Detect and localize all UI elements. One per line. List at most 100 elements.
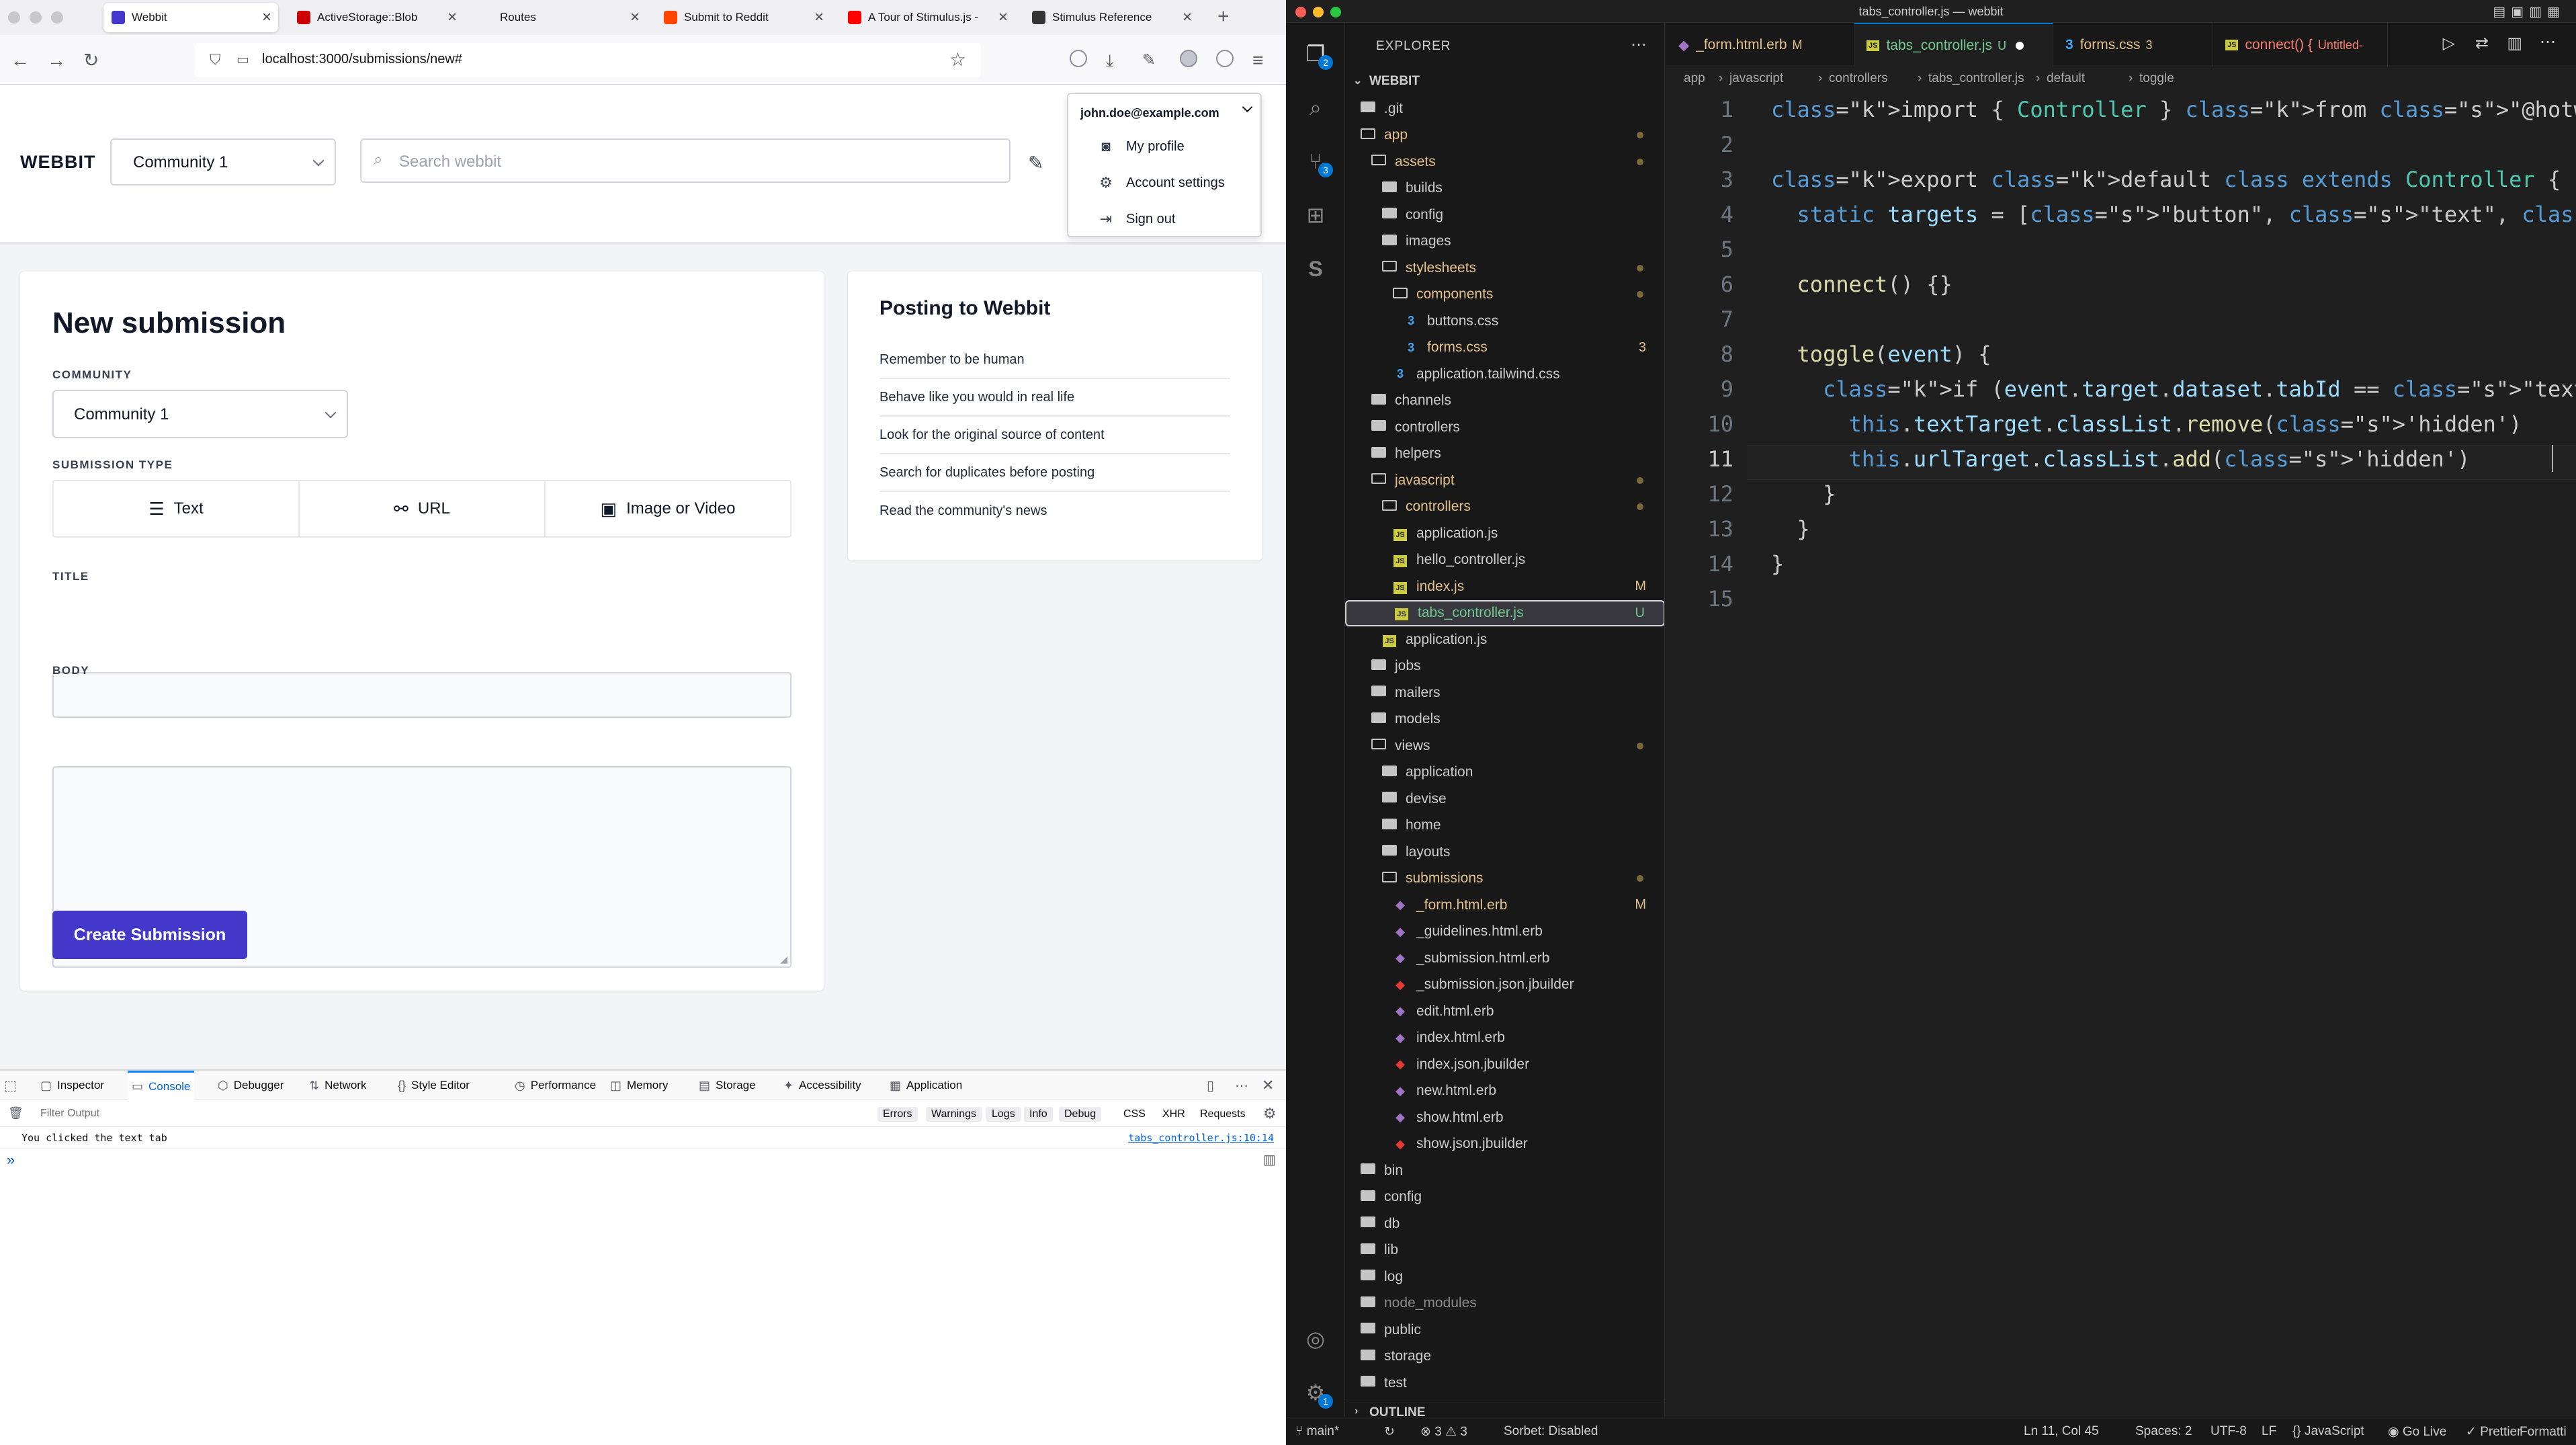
tree-item[interactable]: test: [1345, 1370, 1664, 1397]
source-control-icon[interactable]: ⑂ 3: [1301, 147, 1333, 177]
sorbet-status[interactable]: Sorbet: Disabled: [1504, 1424, 1598, 1439]
tree-item[interactable]: controllers: [1345, 494, 1664, 521]
window-zoom-button[interactable]: [51, 11, 63, 24]
code-line[interactable]: }: [1771, 481, 1836, 507]
run-icon[interactable]: ▷: [2443, 34, 2455, 53]
filter-debug[interactable]: Debug: [1059, 1107, 1102, 1122]
tree-item[interactable]: ◆ index.json.jbuilder: [1345, 1051, 1664, 1078]
tree-item[interactable]: views: [1345, 733, 1664, 759]
browser-tab[interactable]: ActiveStorage::Blob ×: [289, 3, 464, 32]
tab-storage[interactable]: ▤ Storage: [695, 1071, 760, 1100]
log-source-link[interactable]: tabs_controller.js:10:14: [1128, 1132, 1274, 1144]
tree-item[interactable]: channels: [1345, 388, 1664, 415]
browser-tab[interactable]: A Tour of Stimulus.js - ×: [840, 3, 1015, 32]
filter-requests[interactable]: Requests: [1200, 1108, 1246, 1120]
pocket-icon[interactable]: [1070, 50, 1087, 67]
layout-icons[interactable]: ▤▣▥▦: [2493, 3, 2565, 20]
more-actions-icon[interactable]: ⋯: [1631, 35, 1647, 54]
trash-icon[interactable]: 🗑: [8, 1106, 24, 1120]
menu-item-account-settings[interactable]: ⚙ Account settings: [1095, 169, 1225, 196]
more-options-icon[interactable]: ⋯: [1235, 1071, 1248, 1100]
code-line[interactable]: this.urlTarget.classList.add(class="s">'…: [1771, 446, 2471, 472]
title-input[interactable]: [52, 672, 791, 718]
resize-handle-icon[interactable]: ◢: [780, 954, 787, 965]
tree-item[interactable]: public: [1345, 1317, 1664, 1344]
tree-item[interactable]: ◆ index.html.erb: [1345, 1025, 1664, 1052]
tree-item[interactable]: devise: [1345, 786, 1664, 813]
browser-tab[interactable]: Stimulus Reference ×: [1024, 3, 1199, 32]
forward-icon[interactable]: →: [47, 51, 66, 70]
breadcrumb-item[interactable]: default: [2047, 71, 2085, 86]
user-email[interactable]: john.doe@example.com: [1080, 106, 1219, 120]
tree-item[interactable]: log: [1345, 1264, 1664, 1290]
close-tab-icon[interactable]: ×: [814, 8, 824, 27]
tree-item[interactable]: images: [1345, 229, 1664, 255]
chevron-down-icon[interactable]: [1242, 101, 1253, 113]
account-icon[interactable]: ◎: [1301, 1324, 1330, 1354]
tree-item[interactable]: JS application.js: [1345, 520, 1664, 547]
filter-css[interactable]: CSS: [1123, 1108, 1146, 1120]
window-minimize-button[interactable]: [30, 11, 42, 24]
dock-icon[interactable]: ▯: [1207, 1071, 1214, 1100]
code-line[interactable]: }: [1771, 516, 1810, 542]
tab-application[interactable]: ▦ Application: [886, 1071, 966, 1100]
tree-item[interactable]: JS hello_controller.js: [1345, 547, 1664, 574]
tree-item[interactable]: mailers: [1345, 679, 1664, 706]
menu-item-sign-out[interactable]: ⇥ Sign out: [1095, 206, 1176, 233]
filter-warnings[interactable]: Warnings: [926, 1107, 982, 1122]
address-bar[interactable]: ⛉ ▭ localhost:3000/submissions/new# ☆: [195, 43, 981, 77]
tree-item[interactable]: config: [1345, 1184, 1664, 1211]
tree-item[interactable]: ◆ show.json.jbuilder: [1345, 1131, 1664, 1158]
code-line[interactable]: class="k">export class="k">default class…: [1771, 167, 2561, 192]
branch-indicator[interactable]: ⑂ main*: [1295, 1424, 1339, 1439]
code-line[interactable]: toggle(event) {: [1771, 341, 1991, 367]
close-tab-icon[interactable]: ×: [447, 8, 457, 27]
problems-indicator[interactable]: ⊗ 3 ⚠ 3: [1420, 1424, 1467, 1440]
code-line[interactable]: connect() {}: [1771, 272, 1952, 297]
shield-icon[interactable]: ⛉: [210, 51, 221, 69]
manage-gear-icon[interactable]: ⚙ 1: [1301, 1378, 1333, 1409]
breadcrumb-item[interactable]: toggle: [2139, 71, 2174, 86]
bookmark-star-icon[interactable]: ☆: [949, 48, 966, 71]
breadcrumb-item[interactable]: tabs_controller.js: [1928, 71, 2024, 86]
filter-errors[interactable]: Errors: [877, 1107, 918, 1122]
sync-icon[interactable]: ↻: [1384, 1424, 1395, 1440]
tree-item[interactable]: config: [1345, 202, 1664, 229]
tree-item[interactable]: builds: [1345, 175, 1664, 202]
go-live-button[interactable]: ◉ Go Live: [2388, 1424, 2446, 1440]
downloads-icon[interactable]: ⤓: [1106, 51, 1114, 70]
window-close-button[interactable]: [8, 11, 20, 24]
tree-item[interactable]: .git: [1345, 95, 1664, 122]
more-actions-icon[interactable]: ⋯: [2540, 32, 2556, 52]
webbit-logo[interactable]: WEBBIT: [20, 152, 95, 173]
extension-icon[interactable]: [1180, 50, 1197, 67]
tree-item[interactable]: storage: [1345, 1344, 1664, 1370]
cursor-position[interactable]: Ln 11, Col 45: [2024, 1424, 2099, 1439]
tools-icon[interactable]: ✎: [1142, 51, 1156, 70]
tree-item[interactable]: JS application.js: [1345, 626, 1664, 653]
filter-logs[interactable]: Logs: [986, 1107, 1021, 1122]
tab-text[interactable]: ☰ Text: [54, 481, 300, 536]
tab-accessibility[interactable]: ✦ Accessibility: [779, 1071, 865, 1100]
tree-item[interactable]: application: [1345, 759, 1664, 786]
filter-info[interactable]: Info: [1024, 1107, 1053, 1122]
tree-item[interactable]: ◆ new.html.erb: [1345, 1078, 1664, 1105]
workspace-header[interactable]: ⌄ WEBBIT: [1345, 70, 1664, 94]
browser-tab[interactable]: Submit to Reddit ×: [656, 3, 830, 32]
create-submission-button[interactable]: Create Submission: [52, 911, 247, 959]
tab-inspector[interactable]: ▢ Inspector: [36, 1071, 108, 1100]
indentation[interactable]: Spaces: 2: [2135, 1424, 2192, 1439]
tab-network[interactable]: ⇅ Network: [305, 1071, 370, 1100]
pencil-icon[interactable]: ✎: [1028, 152, 1043, 174]
tree-item[interactable]: home: [1345, 813, 1664, 839]
tree-item[interactable]: app: [1345, 122, 1664, 149]
tree-item[interactable]: bin: [1345, 1157, 1664, 1184]
reload-icon[interactable]: ↻: [83, 51, 99, 70]
community-select[interactable]: Community 1: [52, 390, 348, 438]
prettier-status[interactable]: ✓ Prettier: [2466, 1424, 2521, 1440]
menu-icon[interactable]: ≡: [1252, 51, 1263, 70]
code-editor[interactable]: 1 class="k">import { Controller } class="…: [1666, 93, 2576, 1417]
search-icon[interactable]: ⌕: [1301, 93, 1330, 122]
breadcrumb-item[interactable]: app: [1684, 71, 1705, 86]
code-line[interactable]: }: [1771, 551, 1784, 577]
